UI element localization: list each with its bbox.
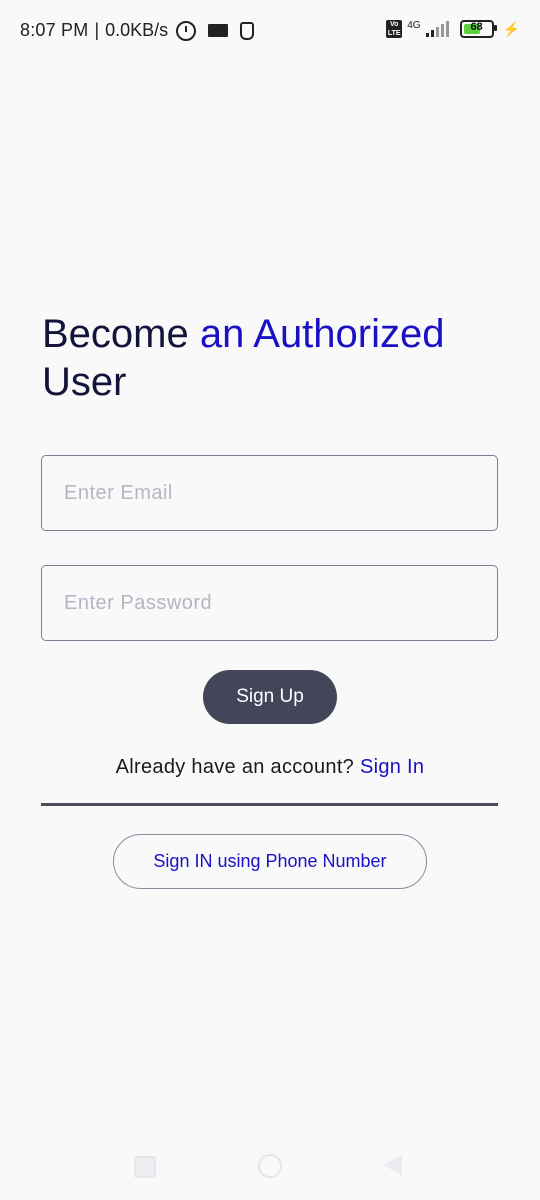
status-time: 8:07 PM [20,20,89,40]
network-type-label: 4G [407,19,421,31]
title-part-3: User [42,360,127,404]
media-icon [208,24,229,37]
signal-strength-icon [425,21,449,37]
vpn-icon [240,21,255,40]
account-prompt-text: Already have an account? [115,756,360,778]
navigation-bar [0,1136,540,1200]
home-icon[interactable] [258,1154,282,1178]
recent-apps-icon[interactable] [134,1156,156,1178]
back-icon[interactable] [384,1154,402,1176]
volte-icon: Vo LTE [386,20,403,38]
account-prompt-row: Already have an account? Sign In [0,756,540,779]
email-field[interactable] [41,455,498,531]
status-separator: | [94,20,100,40]
title-part-1: Become [42,312,200,356]
battery-level: 68 [470,21,483,33]
status-left: 8:07 PM | 0.0KB/s [20,20,255,41]
status-right: Vo LTE 4G 68 ⚡ [386,20,520,38]
divider [41,803,498,806]
charging-icon: ⚡ [502,20,520,37]
alarm-icon [176,20,197,41]
password-field[interactable] [41,565,498,641]
phone-sign-in-button[interactable]: Sign IN using Phone Number [113,834,427,889]
status-bar: 8:07 PM | 0.0KB/s Vo LTE 4G 68 ⚡ [0,0,540,64]
battery-icon: 68 [459,20,497,38]
title-part-2: an Authorized [199,312,445,356]
network-speed: 0.0KB/s [105,20,169,40]
page-title: Become an Authorized User [42,310,502,406]
sign-up-button[interactable]: Sign Up [203,670,337,724]
sign-in-link[interactable]: Sign In [360,756,424,778]
